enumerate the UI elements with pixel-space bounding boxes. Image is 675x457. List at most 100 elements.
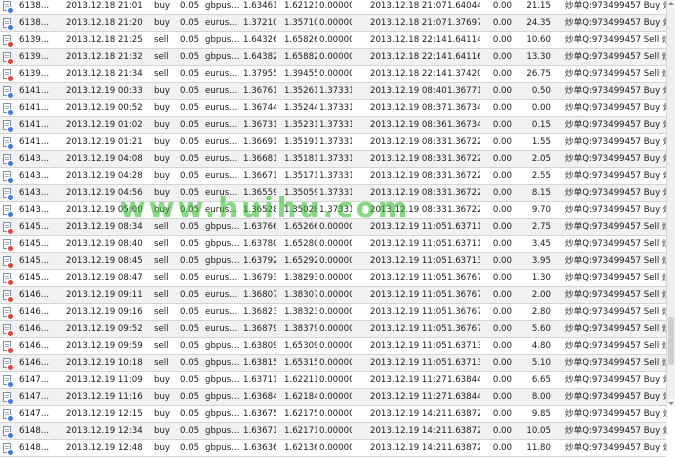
take-profit-cell: 1.37331 (319, 188, 352, 198)
profit-cell: 9.70 (531, 205, 551, 215)
table-row[interactable]: 6146... 2013.12.19 09:11 sell 0.05 eurus... 1… (0, 287, 667, 304)
take-profit-cell: 1.37331 (319, 86, 352, 96)
table-row[interactable]: 6146... 2013.12.19 10:18 sell 0.05 gbpus... 1… (0, 355, 667, 372)
size-cell: 0.05 (180, 171, 200, 181)
order-document-icon (3, 205, 14, 218)
table-row[interactable]: 6143... 2013.12.19 04:56 buy 0.05 eurus... 1.… (0, 185, 667, 202)
take-profit-cell: 0.00000 (319, 375, 352, 385)
type-cell: buy (154, 86, 170, 96)
open-time-cell: 2013.12.18 21:25 (66, 35, 143, 45)
swap-cell: 0.00 (492, 69, 512, 79)
close-price-cell: 1.37420 (447, 69, 480, 79)
order-document-icon (3, 35, 14, 48)
order-document-icon (3, 52, 14, 65)
open-price-cell: 1.63671 (243, 426, 276, 436)
ticket-cell: 6146... (19, 341, 50, 351)
comment-cell: 炒单Q:973499457 Buy 炒?... (565, 137, 667, 147)
open-price-cell: 1.37955 (243, 69, 276, 79)
take-profit-cell: 1.37331 (319, 154, 352, 164)
open-price-cell: 1.64382 (243, 52, 276, 62)
take-profit-cell: 0.00000 (319, 52, 352, 62)
table-row[interactable]: 6138... 2013.12.18 21:20 buy 0.05 eurus... 1.… (0, 15, 667, 32)
profit-cell: 11.80 (526, 443, 551, 453)
stop-loss-cell: 1.62121 (284, 1, 317, 11)
scrollbar-thumb[interactable] (668, 316, 674, 365)
type-cell: buy (154, 409, 170, 419)
symbol-cell: eurus... (205, 86, 238, 96)
stop-loss-cell: 1.35059 (284, 188, 317, 198)
open-price-cell: 1.63636 (243, 443, 276, 453)
table-row[interactable]: 6147... 2013.12.19 11:16 buy 0.05 gbpus... 1.… (0, 389, 667, 406)
close-time-cell: 2013.12.19 11:05 (370, 341, 447, 351)
take-profit-cell: 1.37331 (319, 205, 352, 215)
table-row[interactable]: 6145... 2013.12.19 08:45 sell 0.05 gbpus... 1… (0, 253, 667, 270)
comment-cell: 炒单Q:973499457 Buy 炒?... (565, 375, 667, 385)
profit-cell: 4.80 (531, 341, 551, 351)
size-cell: 0.05 (180, 86, 200, 96)
close-price-cell: 1.63872 (447, 443, 480, 453)
type-cell: sell (154, 222, 169, 232)
size-cell: 0.05 (180, 120, 200, 130)
stop-loss-cell: 1.39455 (284, 69, 317, 79)
vertical-scrollbar[interactable] (666, 0, 675, 407)
table-row[interactable]: 6139... 2013.12.18 21:25 sell 0.05 gbpus... 1… (0, 32, 667, 49)
open-time-cell: 2013.12.19 00:33 (66, 86, 143, 96)
type-cell: sell (154, 341, 169, 351)
stop-loss-cell: 1.38307 (284, 290, 317, 300)
table-row[interactable]: 6139... 2013.12.18 21:34 sell 0.05 eurus... 1… (0, 66, 667, 83)
take-profit-cell: 0.00000 (319, 69, 352, 79)
comment-cell: 炒单Q:973499457 Sell 炒单49 (565, 341, 667, 351)
swap-cell: 0.00 (492, 120, 512, 130)
table-row[interactable]: 6141... 2013.12.19 01:21 buy 0.05 eurus... 1.… (0, 134, 667, 151)
table-row[interactable]: 6139... 2013.12.18 21:32 sell 0.05 gbpus... 1… (0, 49, 667, 66)
close-price-cell: 1.36767 (447, 307, 480, 317)
profit-cell: 8.15 (531, 188, 551, 198)
take-profit-cell: 0.00000 (319, 256, 352, 266)
open-price-cell: 1.63809 (243, 341, 276, 351)
stop-loss-cell: 1.35191 (284, 137, 317, 147)
type-cell: buy (154, 188, 170, 198)
table-row[interactable]: 6143... 2013.12.19 04:28 buy 0.05 eurus... 1.… (0, 168, 667, 185)
table-row[interactable]: 6145... 2013.12.19 08:40 sell 0.05 gbpus... 1… (0, 236, 667, 253)
order-document-icon (3, 1, 14, 14)
symbol-cell: eurus... (205, 324, 238, 334)
table-row[interactable]: 6147... 2013.12.19 11:09 buy 0.05 gbpus... 1.… (0, 372, 667, 389)
profit-cell: 5.60 (531, 324, 551, 334)
ticket-cell: 6141... (19, 86, 50, 96)
table-row[interactable]: 6141... 2013.12.19 00:52 buy 0.05 eurus... 1.… (0, 100, 667, 117)
take-profit-cell: 1.37331 (319, 103, 352, 113)
table-row[interactable]: 6143... 2013.12.19 05:00 buy 0.05 eurus... 1.… (0, 202, 667, 219)
table-row[interactable]: 6146... 2013.12.19 09:59 sell 0.05 gbpus... 1… (0, 338, 667, 355)
table-row[interactable]: 6141... 2013.12.19 00:33 buy 0.05 eurus... 1.… (0, 83, 667, 100)
table-row[interactable]: 6148... 2013.12.19 12:34 buy 0.05 gbpus... 1.… (0, 423, 667, 440)
open-price-cell: 1.36731 (243, 120, 276, 130)
swap-cell: 0.00 (492, 188, 512, 198)
table-row[interactable]: 6143... 2013.12.19 04:08 buy 0.05 eurus... 1.… (0, 151, 667, 168)
type-cell: buy (154, 137, 170, 147)
comment-cell: 炒单Q:973499457 Buy 炒?... (565, 443, 667, 453)
table-row[interactable]: 6146... 2013.12.19 09:52 sell 0.05 eurus... 1… (0, 321, 667, 338)
size-cell: 0.05 (180, 443, 200, 453)
table-row[interactable]: 6141... 2013.12.19 01:02 buy 0.05 eurus... 1.… (0, 117, 667, 134)
order-document-icon (3, 137, 14, 150)
close-price-cell: 1.36767 (447, 324, 480, 334)
order-document-icon (3, 256, 14, 269)
scroll-down-arrow-icon[interactable] (667, 399, 675, 407)
ticket-cell: 6147... (19, 409, 50, 419)
open-price-cell: 1.36744 (243, 103, 276, 113)
size-cell: 0.05 (180, 426, 200, 436)
size-cell: 0.05 (180, 290, 200, 300)
take-profit-cell: 0.00000 (319, 1, 352, 11)
table-row[interactable]: 6145... 2013.12.19 08:47 sell 0.05 eurus... 1… (0, 270, 667, 287)
table-row[interactable]: 6146... 2013.12.19 09:16 sell 0.05 eurus... 1… (0, 304, 667, 321)
size-cell: 0.05 (180, 222, 200, 232)
table-row[interactable]: 6148... 2013.12.19 12:48 buy 0.05 gbpus... 1.… (0, 440, 667, 457)
table-row[interactable]: 6147... 2013.12.19 12:15 buy 0.05 gbpus... 1.… (0, 406, 667, 423)
scroll-up-arrow-icon[interactable] (667, 0, 675, 8)
table-row[interactable]: 6145... 2013.12.19 08:34 sell 0.05 gbpus... 1… (0, 219, 667, 236)
open-price-cell: 1.63766 (243, 222, 276, 232)
swap-cell: 0.00 (492, 86, 512, 96)
stop-loss-cell: 1.35244 (284, 103, 317, 113)
table-row[interactable]: 6138... 2013.12.18 21:01 buy 0.05 gbpus... 1.… (0, 0, 667, 15)
order-document-icon (3, 392, 14, 405)
